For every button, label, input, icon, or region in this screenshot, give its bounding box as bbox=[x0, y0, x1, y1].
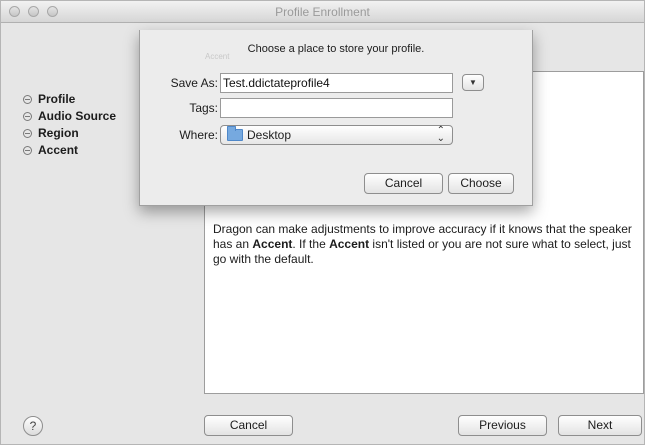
step-status-icon bbox=[23, 129, 32, 138]
popup-arrows-icon: ⌃ ⌄ bbox=[436, 125, 445, 144]
folder-icon bbox=[227, 126, 243, 141]
cancel-button[interactable]: Cancel bbox=[204, 415, 293, 436]
step-region: Region bbox=[23, 125, 116, 142]
choose-button[interactable]: Choose bbox=[448, 173, 514, 194]
where-popup[interactable]: Desktop ⌃ ⌄ bbox=[220, 125, 453, 145]
save-as-label: Save As: bbox=[170, 76, 218, 90]
description-emphasis: Accent bbox=[329, 237, 370, 251]
step-label: Region bbox=[38, 126, 79, 140]
description-emphasis: Accent bbox=[252, 237, 293, 251]
step-label: Audio Source bbox=[38, 109, 117, 123]
window-title: Profile Enrollment bbox=[275, 5, 370, 19]
step-status-icon bbox=[23, 146, 32, 155]
profile-enrollment-window: Profile Enrollment Profile Audio Source … bbox=[0, 0, 645, 445]
tags-input[interactable] bbox=[220, 98, 453, 118]
ghost-heading: Accent bbox=[205, 52, 230, 61]
chevron-down-icon: ▼ bbox=[469, 78, 477, 87]
expand-dialog-button[interactable]: ▼ bbox=[462, 74, 484, 91]
accent-description: Dragon can make adjustments to improve a… bbox=[213, 222, 633, 267]
help-button[interactable]: ? bbox=[23, 416, 43, 436]
step-accent: Accent bbox=[23, 142, 116, 159]
step-status-icon bbox=[23, 112, 32, 121]
step-label: Accent bbox=[38, 143, 79, 157]
step-audio-source: Audio Source bbox=[23, 108, 116, 125]
save-as-input[interactable]: Test.ddictateprofile4 bbox=[220, 73, 453, 93]
step-profile: Profile bbox=[23, 91, 116, 108]
step-status-icon bbox=[23, 95, 32, 104]
title-bar: Profile Enrollment bbox=[1, 1, 644, 23]
sheet-cancel-button[interactable]: Cancel bbox=[364, 173, 443, 194]
previous-button[interactable]: Previous bbox=[458, 415, 547, 436]
where-value: Desktop bbox=[247, 128, 292, 142]
step-label: Profile bbox=[38, 92, 76, 106]
where-label: Where: bbox=[179, 128, 218, 142]
next-button[interactable]: Next bbox=[558, 415, 642, 436]
tags-label: Tags: bbox=[189, 101, 218, 115]
description-text: . If the bbox=[292, 237, 330, 251]
save-profile-sheet: Choose a place to store your profile. Ac… bbox=[139, 30, 533, 206]
enrollment-steps: Profile Audio Source Region Accent bbox=[23, 91, 116, 159]
sheet-title: Choose a place to store your profile. bbox=[247, 43, 425, 55]
